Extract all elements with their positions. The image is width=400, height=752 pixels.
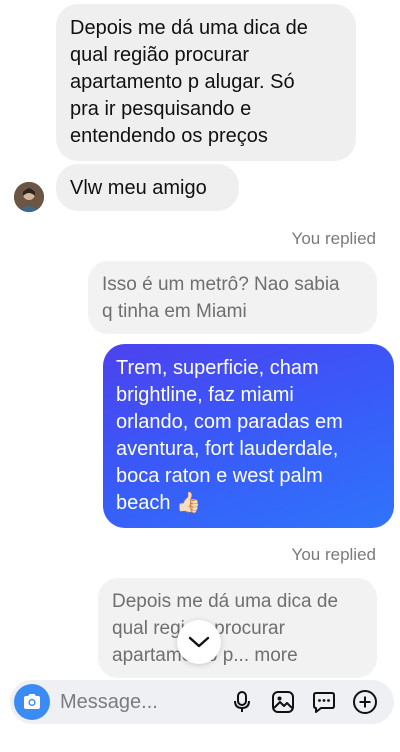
sticker-icon [313,692,335,713]
camera-button[interactable] [14,684,50,720]
you-replied-label: You replied [291,545,376,564]
quoted-message[interactable]: Isso é um metrô? Nao sabia q tinha em Mi… [88,261,377,334]
outgoing-message-bubble[interactable]: Trem, superficie, cham brightline, faz m… [103,344,394,528]
incoming-message-bubble[interactable]: Depois me dá uma dica de qual região pro… [56,4,356,161]
microphone-icon [234,691,250,712]
quote-line: Depois me dá uma dica de [112,591,339,612]
contact-avatar[interactable] [14,182,44,212]
camera-icon [24,694,40,709]
message-input[interactable] [60,690,220,714]
gallery-button[interactable] [267,686,299,718]
incoming-message-bubble[interactable]: Vlw meu amigo [56,164,239,211]
message-composer [10,680,394,724]
thumbs-up-emoji: 👍🏻 [176,492,201,514]
outgoing-message-text: Trem, superficie, cham brightline, faz m… [116,357,343,514]
chevron-down-icon [188,636,210,648]
sticker-button[interactable] [308,686,340,718]
scroll-to-bottom-button[interactable] [177,620,221,664]
image-icon [272,691,294,713]
avatar-image [14,182,44,212]
quote-line: qual regi procurar [112,618,285,639]
voice-message-button[interactable] [226,686,258,718]
quote-line: apartamen o p... more [112,645,298,666]
add-button[interactable] [349,686,381,718]
quoted-message[interactable]: Depois me dá uma dica de qual regi procu… [98,578,377,678]
plus-icon [353,690,377,714]
you-replied-label: You replied [291,229,376,248]
